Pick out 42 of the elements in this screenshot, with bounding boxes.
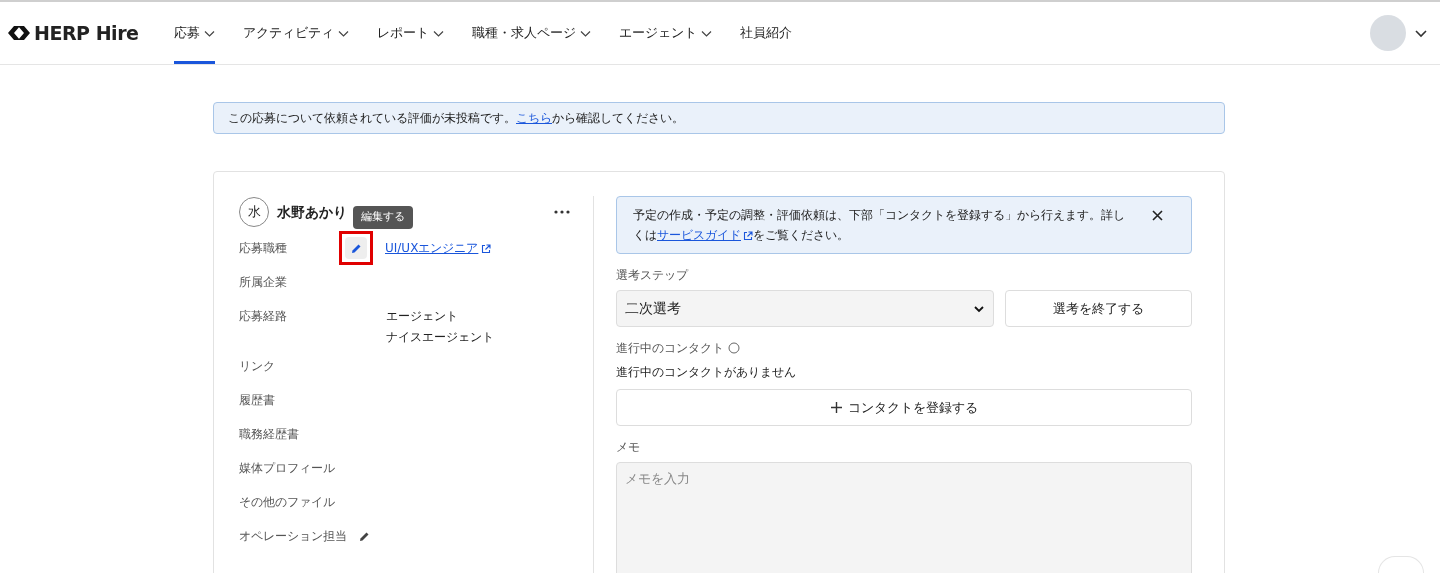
nav-tab[interactable]: 職種・求人ページ xyxy=(472,2,592,64)
field-label: リンク xyxy=(239,358,276,375)
step-select[interactable]: 二次選考 xyxy=(616,290,994,327)
external-link-icon xyxy=(481,243,492,254)
field-value: エージェント xyxy=(386,308,459,325)
field-label: 職務経歴書 xyxy=(239,426,300,443)
nav-tab[interactable]: 社員紹介 xyxy=(740,2,793,64)
field-label: 進行中のコンタクト xyxy=(616,340,724,357)
external-link-icon xyxy=(743,230,753,241)
info-text: 予定の作成・予定の調整・評価依頼は、下部「コンタクトを登録する」から行えます。詳しくはサービスガイド をご覧ください。 xyxy=(633,207,1126,244)
field-label: 所属企業 xyxy=(239,274,288,291)
pencil-icon xyxy=(350,242,362,254)
field-label: メモ xyxy=(616,439,641,456)
candidate-name: 水野あかり xyxy=(277,202,347,222)
link[interactable]: こちら xyxy=(516,111,552,125)
field-label: オペレーション担当 xyxy=(239,528,347,545)
field-label: 応募職種 xyxy=(239,240,288,257)
nav-tab[interactable]: アクティビティ xyxy=(243,2,350,64)
field-label: 媒体プロフィール xyxy=(239,460,336,477)
field-label: 選考ステップ xyxy=(616,267,690,284)
field-value: ナイスエージェント xyxy=(386,329,494,346)
nav-tab[interactable]: 応募 xyxy=(174,2,216,64)
nav-tab[interactable]: レポート xyxy=(377,2,445,64)
close-icon[interactable] xyxy=(1152,210,1163,221)
more-icon[interactable] xyxy=(553,209,571,215)
plus-icon xyxy=(830,402,842,413)
service-guide-link[interactable]: サービスガイド xyxy=(657,228,753,242)
memo-field[interactable]: メモを入力 xyxy=(616,462,1192,573)
tooltip: 編集する xyxy=(353,206,413,229)
add-contact-button[interactable]: コンタクトを登録する xyxy=(616,389,1192,426)
pencil-icon[interactable] xyxy=(359,531,370,542)
notice-text: この応募について依頼されている評価が未投稿です。こちらから確認してください。 xyxy=(228,110,684,127)
nav-tab[interactable]: エージェント xyxy=(619,2,713,64)
logo-text: HERP Hire xyxy=(34,20,139,46)
empty-message: 進行中のコンタクトがありません xyxy=(616,364,797,381)
end-selection-button[interactable]: 選考を終了する xyxy=(1005,290,1192,327)
field-label: その他のファイル xyxy=(239,494,336,511)
logo-icon xyxy=(8,24,30,42)
job-link[interactable]: UI/UXエンジニア xyxy=(385,238,492,258)
field-label: 履歴書 xyxy=(239,392,276,409)
edit-button[interactable] xyxy=(345,237,367,259)
field-label: 応募経路 xyxy=(239,308,288,325)
